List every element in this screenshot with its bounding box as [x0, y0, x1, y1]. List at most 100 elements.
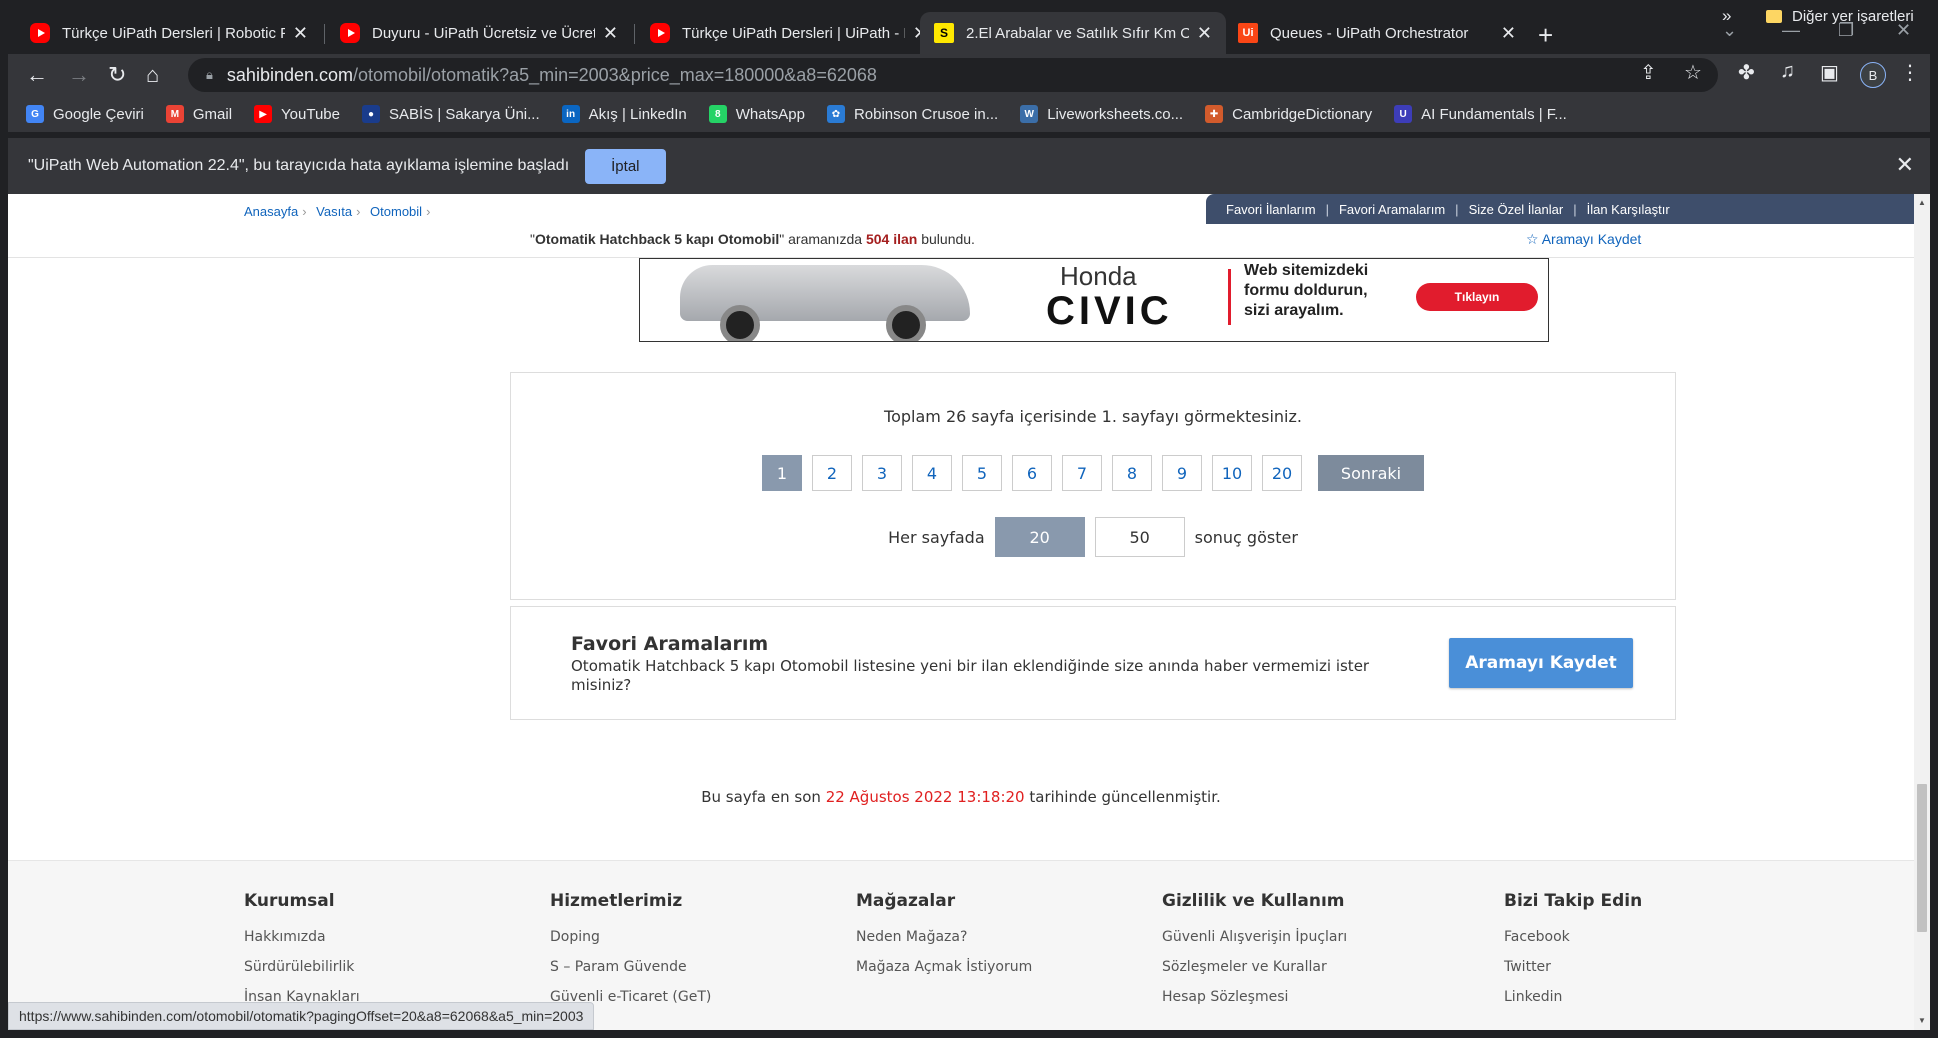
other-bookmarks[interactable]: Diğer yer işaretleri	[1766, 8, 1914, 25]
bookmark-item[interactable]: G Google Çeviri	[26, 105, 144, 123]
bookmark-icon: 8	[708, 105, 727, 123]
page-number-button[interactable]: 20	[1262, 455, 1302, 491]
user-links: Favori İlanlarım | Favori Aramalarım | Siz…	[1206, 194, 1914, 224]
bookmark-icon: M	[165, 105, 184, 123]
home-icon[interactable]: ⌂	[146, 62, 159, 88]
close-icon[interactable]: ✕	[603, 23, 618, 44]
footer-link[interactable]: S – Param Güvende	[550, 959, 711, 975]
page-number-button[interactable]: 9	[1162, 455, 1202, 491]
extensions-icon[interactable]: ✤	[1738, 60, 1755, 85]
ad-banner[interactable]: Honda CIVIC Web sitemizdeki formu doldur…	[639, 258, 1549, 342]
bookmark-item[interactable]: ▶ YouTube	[254, 105, 340, 123]
bookmark-icon: ✿	[826, 105, 845, 123]
footer-link[interactable]: Mağaza Açmak İstiyorum	[856, 959, 1032, 975]
page-number-button[interactable]: 5	[962, 455, 1002, 491]
favorite-searches-link[interactable]: Favori Aramalarım	[1339, 202, 1445, 217]
cancel-debug-button[interactable]: İptal	[585, 148, 666, 184]
footer-link[interactable]: Güvenli Alışverişin İpuçları	[1162, 929, 1347, 945]
debug-message: "UiPath Web Automation 22.4", bu tarayıc…	[28, 157, 570, 174]
window-bottom-edge	[8, 1030, 1930, 1038]
footer-link[interactable]: Doping	[550, 929, 711, 945]
bookmark-star-icon[interactable]: ☆	[1684, 60, 1702, 85]
browser-tab[interactable]: Ui Queues - UiPath Orchestrator ✕	[1224, 12, 1530, 54]
page-number-button[interactable]: 3	[862, 455, 902, 491]
footer-link[interactable]: Hesap Sözleşmesi	[1162, 989, 1347, 1005]
footer-column-title: Kurumsal	[244, 891, 335, 911]
bookmark-label: AI Fundamentals | F...	[1421, 105, 1567, 123]
bookmark-item[interactable]: ✿ Robinson Crusoe in...	[826, 105, 998, 123]
page-number-button[interactable]: 8	[1112, 455, 1152, 491]
bookmark-label: Gmail	[192, 105, 233, 123]
bookmark-item[interactable]: W Liveworksheets.co...	[1020, 105, 1183, 123]
close-icon[interactable]: ✕	[293, 23, 308, 44]
page-number-button[interactable]: 6	[1012, 455, 1052, 491]
last-updated: Bu sayfa en son 22 Ağustos 2022 13:18:20…	[8, 788, 1914, 806]
close-icon[interactable]: ✕	[1896, 152, 1914, 178]
close-icon[interactable]: ✕	[1197, 23, 1212, 44]
search-query: Otomatik Hatchback 5 kapı Otomobil	[534, 231, 780, 247]
breadcrumb: Anasayfa › Vasıta › Otomobil ›	[244, 204, 436, 219]
browser-tab-active[interactable]: S 2.El Arabalar ve Satılık Sıfır Km Oto …	[920, 12, 1226, 54]
per-page-50[interactable]: 50	[1094, 517, 1185, 557]
address-bar[interactable]: 🔒︎ sahibinden.com/otomobil/otomatik?a5_m…	[188, 58, 1718, 92]
footer-link[interactable]: Sürdürülebilirlik	[244, 959, 360, 975]
save-search-button[interactable]: Aramayı Kaydet	[1449, 638, 1633, 688]
youtube-icon	[340, 23, 360, 43]
per-page-suffix: sonuç göster	[1194, 527, 1298, 547]
footer-link[interactable]: Linkedin	[1504, 989, 1642, 1005]
footer-link[interactable]: Neden Mağaza?	[856, 929, 1032, 945]
next-page-button[interactable]: Sonraki	[1318, 455, 1424, 491]
bookmark-item[interactable]: in Akış | LinkedIn	[561, 105, 687, 123]
favorite-search-box: Favori Aramalarım Otomatik Hatchback 5 k…	[510, 606, 1676, 720]
browser-tab[interactable]: Türkçe UiPath Dersleri | Robotic Pr ✕	[16, 12, 322, 54]
reload-icon[interactable]: ↻	[108, 62, 126, 88]
special-listings-link[interactable]: Size Özel İlanlar	[1469, 202, 1564, 217]
folder-icon	[1766, 10, 1782, 23]
breadcrumb-home[interactable]: Anasayfa	[244, 204, 298, 219]
bookmarks-overflow-icon[interactable]: »	[1722, 6, 1731, 26]
share-icon[interactable]: ⇪	[1640, 60, 1657, 85]
ad-cta-button[interactable]: Tıklayın	[1416, 283, 1538, 311]
scroll-down-icon[interactable]: ▼	[1918, 1016, 1926, 1025]
bookmarks-bar: G Google Çeviri M Gmail ▶ YouTube ● SABİS | Sak…	[8, 96, 1930, 132]
menu-icon[interactable]: ⋮	[1900, 60, 1920, 85]
page-number-button[interactable]: 4	[912, 455, 952, 491]
save-search-label: Aramayı Kaydet	[1541, 231, 1642, 247]
car-wheel	[720, 305, 760, 341]
bookmark-item[interactable]: M Gmail	[165, 105, 233, 123]
bookmark-item[interactable]: ✚ CambridgeDictionary	[1205, 105, 1372, 123]
pagination: 1 2 3 4 5 6 7 8 9 10 20 Sonraki	[511, 455, 1675, 491]
bookmark-icon: in	[561, 105, 580, 123]
compare-listings-link[interactable]: İlan Karşılaştır	[1587, 202, 1670, 217]
bookmark-item[interactable]: U AI Fundamentals | F...	[1394, 105, 1567, 123]
page-number-button[interactable]: 10	[1212, 455, 1252, 491]
per-page-20[interactable]: 20	[994, 517, 1085, 557]
bookmark-item[interactable]: 8 WhatsApp	[708, 105, 805, 123]
breadcrumb-otomobil[interactable]: Otomobil	[370, 204, 422, 219]
tab-separator	[634, 24, 635, 44]
page-number-button[interactable]: 1	[762, 455, 802, 491]
favorite-listings-link[interactable]: Favori İlanlarım	[1226, 202, 1316, 217]
new-tab-icon[interactable]: +	[1538, 20, 1553, 51]
scroll-up-icon[interactable]: ▲	[1918, 198, 1926, 207]
footer-link[interactable]: Sözleşmeler ve Kurallar	[1162, 959, 1347, 975]
bookmark-item[interactable]: ● SABİS | Sakarya Üni...	[362, 105, 540, 123]
browser-tab[interactable]: Duyuru - UiPath Ücretsiz ve Ücretli ✕	[326, 12, 632, 54]
side-panel-icon[interactable]: ▣	[1820, 60, 1839, 85]
footer-link[interactable]: Twitter	[1504, 959, 1642, 975]
pagination-box: Toplam 26 sayfa içerisinde 1. sayfayı gö…	[510, 372, 1676, 600]
footer-link[interactable]: Hakkımızda	[244, 929, 360, 945]
media-control-icon[interactable]: ♫	[1780, 60, 1795, 83]
browser-tab[interactable]: Türkçe UiPath Dersleri | UiPath - P ✕	[636, 12, 942, 54]
save-search-link[interactable]: ☆ Aramayı Kaydet	[1526, 231, 1641, 248]
back-icon[interactable]: ←	[26, 62, 48, 88]
page-scrollbar[interactable]: ▲ ▼	[1914, 194, 1930, 1030]
forward-icon[interactable]: →	[68, 62, 90, 88]
close-icon[interactable]: ✕	[1501, 23, 1516, 44]
footer-link[interactable]: Facebook	[1504, 929, 1642, 945]
breadcrumb-vasita[interactable]: Vasıta	[316, 204, 352, 219]
page-number-button[interactable]: 2	[812, 455, 852, 491]
page-number-button[interactable]: 7	[1062, 455, 1102, 491]
scrollbar-thumb[interactable]	[1917, 784, 1927, 932]
profile-avatar[interactable]: B	[1860, 62, 1886, 88]
